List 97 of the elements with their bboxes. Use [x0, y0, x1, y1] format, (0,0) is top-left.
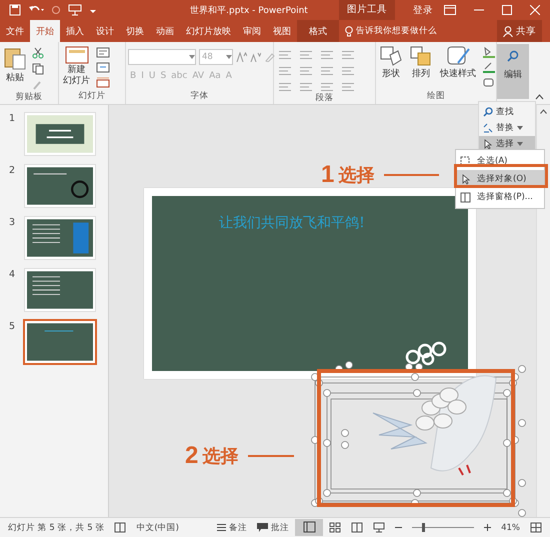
step-label: 选择	[338, 164, 374, 187]
fit-slide-icon[interactable]	[530, 522, 542, 533]
ribbon-tab[interactable]: 视图	[267, 20, 297, 42]
drawing-button[interactable]: 快速样式	[438, 44, 478, 82]
zoom-out-icon[interactable]	[395, 524, 402, 531]
paste-button[interactable]: 粘贴	[2, 44, 28, 86]
slide-number: 1	[9, 113, 16, 124]
step-number: 2	[185, 442, 198, 470]
search-icon	[507, 50, 519, 62]
ribbon-tab[interactable]: 设计	[90, 20, 120, 42]
group-label: 幻灯片	[78, 90, 106, 103]
share-button[interactable]: 共享	[497, 20, 542, 42]
close-icon[interactable]	[530, 5, 540, 15]
group-label: 绘图	[426, 90, 446, 103]
dropdown-caret-icon	[226, 55, 232, 59]
ribbon-tab[interactable]: 插入	[60, 20, 90, 42]
new-slide-button[interactable]: 新建 幻灯片	[61, 44, 92, 89]
arrange-icon	[410, 46, 432, 66]
layout-icon[interactable]	[96, 47, 110, 58]
shape-fill-icon[interactable]	[482, 47, 496, 58]
context-label: 图片工具	[339, 0, 395, 20]
zoom-in-icon[interactable]	[484, 524, 492, 531]
search-icon	[483, 107, 493, 117]
shape-effects-icon[interactable]	[482, 77, 496, 88]
scroll-up-icon[interactable]	[540, 109, 547, 114]
editing-menu-item[interactable]: 替换	[479, 120, 535, 136]
new-slide-icon	[64, 46, 88, 64]
ribbon-tab[interactable]: 审阅	[237, 20, 267, 42]
tell-me-input[interactable]: 告诉我你想要做什么	[356, 26, 456, 36]
collapse-ribbon-icon[interactable]	[535, 94, 544, 100]
maximize-icon[interactable]	[502, 5, 512, 15]
menu-item[interactable]: 选择窗格(P)...	[456, 188, 544, 206]
selection-pane-icon	[460, 192, 471, 202]
slide-thumbnail[interactable]	[25, 269, 95, 311]
select-all-icon	[460, 156, 471, 166]
notes-button[interactable]: 备注	[217, 522, 248, 534]
sign-in-link[interactable]: 登录	[413, 4, 433, 16]
drawing-button[interactable]: 形状	[378, 44, 404, 82]
step-label: 选择	[202, 445, 238, 468]
step-number: 1	[321, 161, 334, 189]
cut-icon[interactable]	[32, 47, 44, 59]
editing-menu-item[interactable]: 查找	[479, 104, 535, 120]
group-label: 段落	[314, 92, 334, 105]
ribbon-tab[interactable]: 切换	[120, 20, 150, 42]
group-label: 剪贴板	[14, 91, 44, 104]
dropdown-caret-icon	[517, 142, 523, 146]
reading-view-icon[interactable]	[351, 522, 364, 533]
cursor-icon	[460, 174, 471, 184]
section-icon[interactable]	[96, 77, 110, 88]
shrink-font-icon[interactable]	[250, 52, 261, 62]
dropdown-caret-icon	[189, 55, 195, 59]
replace-icon	[483, 123, 493, 133]
language-label[interactable]: 中文(中国)	[136, 522, 179, 534]
slideshow-icon[interactable]	[68, 4, 82, 16]
person-icon	[503, 26, 513, 36]
slide-info: 幻灯片 第 5 张，共 5 张	[8, 522, 104, 534]
zoom-level[interactable]: 41%	[501, 522, 520, 532]
ribbon-tab[interactable]: 文件	[0, 20, 30, 42]
save-icon[interactable]	[9, 4, 21, 16]
comment-icon	[257, 523, 268, 532]
slide-number: 3	[9, 217, 16, 228]
comments-button[interactable]: 批注	[257, 522, 290, 534]
ribbon-tab[interactable]: 格式	[297, 20, 339, 42]
slide-sorter-icon[interactable]	[329, 522, 342, 533]
slideshow-icon[interactable]	[373, 522, 386, 533]
reset-icon[interactable]	[96, 62, 110, 73]
slide-thumbnail[interactable]	[25, 321, 95, 363]
leader-line	[384, 174, 440, 176]
slide-thumbnail[interactable]	[25, 165, 95, 207]
zoom-thumb[interactable]	[422, 523, 425, 532]
slide-number: 4	[9, 269, 16, 280]
grow-font-icon[interactable]	[236, 52, 247, 62]
ribbon-tab[interactable]: 开始	[30, 20, 60, 42]
ribbon-tab[interactable]: 动画	[150, 20, 180, 42]
tell-me-field[interactable]: 告诉我你想要做什么	[345, 20, 457, 42]
group-label: 字体	[190, 90, 210, 103]
normal-view-icon[interactable]	[295, 519, 324, 536]
window-title: 世界和平.pptx - PowerPoint	[189, 4, 309, 16]
lightbulb-icon	[345, 26, 353, 36]
clipboard-icon	[4, 46, 26, 70]
slide-number: 2	[9, 165, 16, 176]
ribbon-tab[interactable]: 幻灯片放映	[180, 20, 237, 42]
drawing-button[interactable]: 排列	[408, 44, 434, 82]
dropdown-caret-icon	[517, 126, 523, 130]
leader-line	[248, 455, 294, 457]
slide-title: 让我们共同放飞和平鸽!	[219, 214, 365, 233]
slide-thumbnail[interactable]	[25, 217, 95, 259]
copy-icon[interactable]	[32, 63, 44, 75]
shapes-icon	[380, 46, 402, 66]
quick-styles-icon	[446, 46, 470, 66]
font-name-field[interactable]	[128, 49, 196, 65]
editing-button[interactable]: 编辑	[497, 44, 529, 99]
slide-number: 5	[9, 321, 16, 332]
slide-thumbnail[interactable]	[25, 113, 95, 155]
shape-outline-icon[interactable]	[482, 62, 496, 73]
ribbon-options-icon[interactable]	[444, 5, 456, 15]
notes-icon	[217, 523, 226, 532]
